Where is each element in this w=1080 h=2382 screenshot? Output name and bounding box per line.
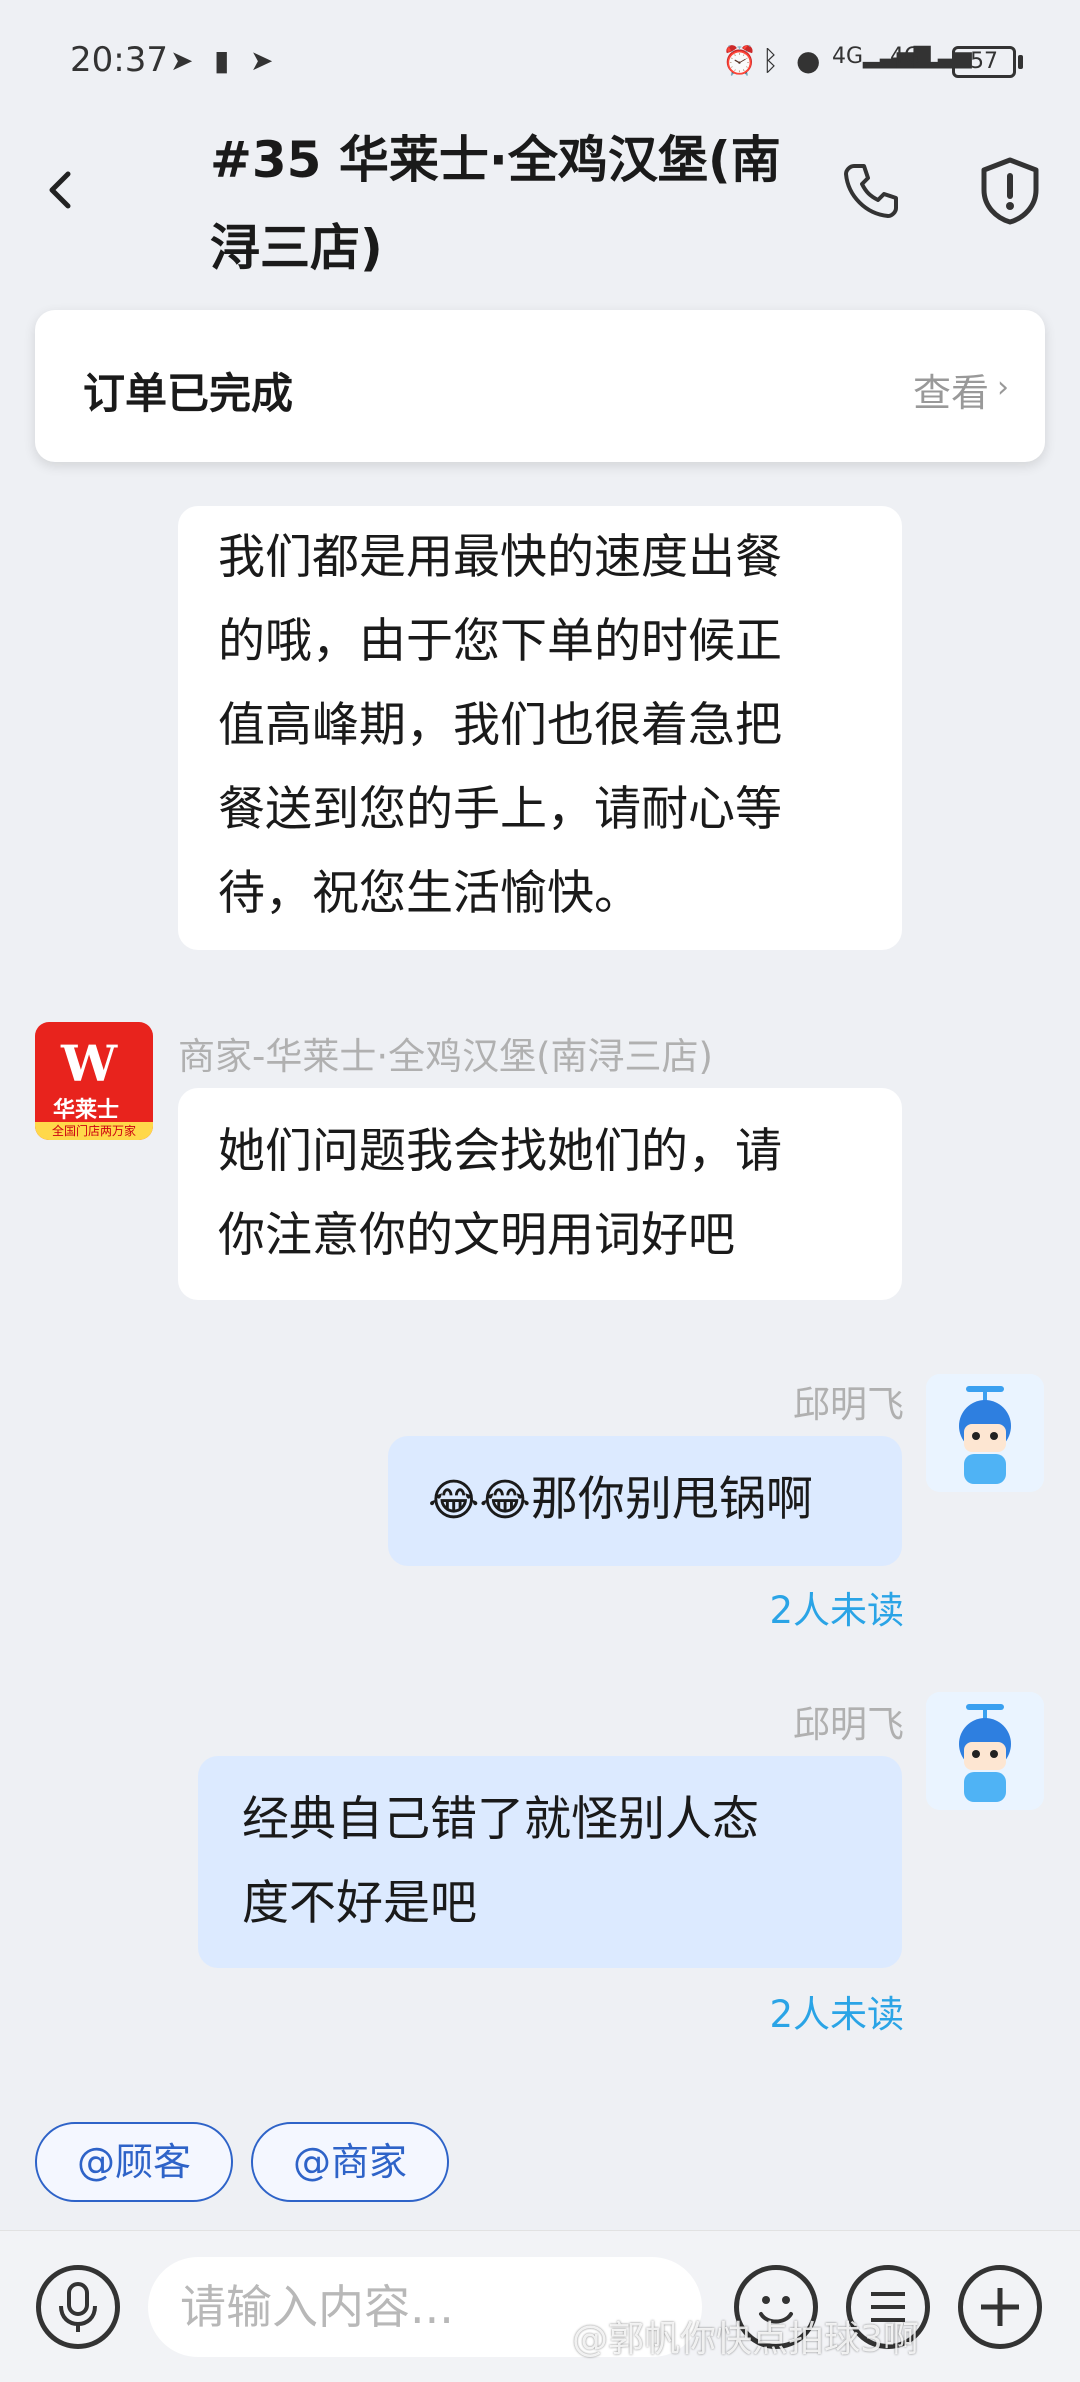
read-status: 2人未读 [769,1589,904,1632]
merchant-avatar[interactable]: W 华莱士 全国门店两万家 [35,1022,153,1140]
microphone-icon[interactable] [36,2265,120,2349]
alarm-icon: ⏰ [722,44,757,77]
phone-icon[interactable] [840,160,900,220]
mention-merchant-chip[interactable]: @商家 [251,2122,449,2202]
user-avatar[interactable] [926,1692,1044,1810]
status-bar: 20:37 ➤ ▮ ➤ ⏰ ᛒ ● 4G▂▃▅▇ 4G▂▃▅ 57 [0,0,1080,126]
status-time: 20:37 [70,40,168,80]
emoji-icon: 😂😂 [428,1475,531,1526]
order-status-card[interactable]: 订单已完成 查看 › [35,310,1045,462]
message-text: 经典自己错了就怪别人态 度不好是吧 [242,1792,759,1931]
battery-icon: 57 [952,46,1016,78]
message-text: 她们问题我会找她们的，请 你注意你的文明用词好吧 [218,1124,782,1263]
message-bubble[interactable]: 经典自己错了就怪别人态 度不好是吧 [198,1756,902,1968]
page-title: #35 华莱士·全鸡汉堡(南浔三店) [210,131,781,277]
message-bubble[interactable]: 😂😂那你别甩锅啊 [388,1436,902,1566]
bluetooth-icon: ᛒ [762,44,779,77]
merchant-logo-icon: W [61,1034,118,1093]
watermark-text: @郭帆你快点拍球3啊 [572,2319,919,2360]
navigation-arrow-icon: ➤ [250,44,274,77]
merchant-brand-text: 华莱士 [53,1098,120,1123]
message-bubble[interactable]: 我们都是用最快的速度出餐 的哦，由于您下单的时候正 值高峰期，我们也很着急把 餐… [178,506,902,950]
message-bubble[interactable]: 她们问题我会找她们的，请 你注意你的文明用词好吧 [178,1088,902,1300]
sender-name: 邱明飞 [793,1383,904,1426]
read-status: 2人未读 [769,1993,904,2036]
location-icon: ● [796,44,821,77]
shield-icon[interactable] [978,156,1042,226]
message-text: 那你别甩锅啊 [530,1472,813,1527]
chevron-left-icon[interactable] [40,160,80,220]
navigation-arrow-icon: ➤ [170,44,194,77]
user-avatar[interactable] [926,1374,1044,1492]
plus-icon[interactable] [958,2265,1042,2349]
battery-tip [1018,55,1023,69]
sender-name: 商家-华莱士·全鸡汉堡(南浔三店) [178,1035,713,1078]
battery-level: 57 [970,49,998,74]
mention-customer-chip[interactable]: @顾客 [35,2122,233,2202]
order-status-text: 订单已完成 [83,369,294,418]
chevron-right-icon: › [997,370,1009,405]
message-text: 我们都是用最快的速度出餐 的哦，由于您下单的时候正 值高峰期，我们也很着急把 餐… [218,530,782,921]
sender-name: 邱明飞 [793,1703,904,1746]
battery-saver-icon: ▮ [214,44,230,77]
order-view-link[interactable]: 查看 [913,362,989,417]
merchant-tagline: 全国门店两万家 [35,1122,153,1140]
